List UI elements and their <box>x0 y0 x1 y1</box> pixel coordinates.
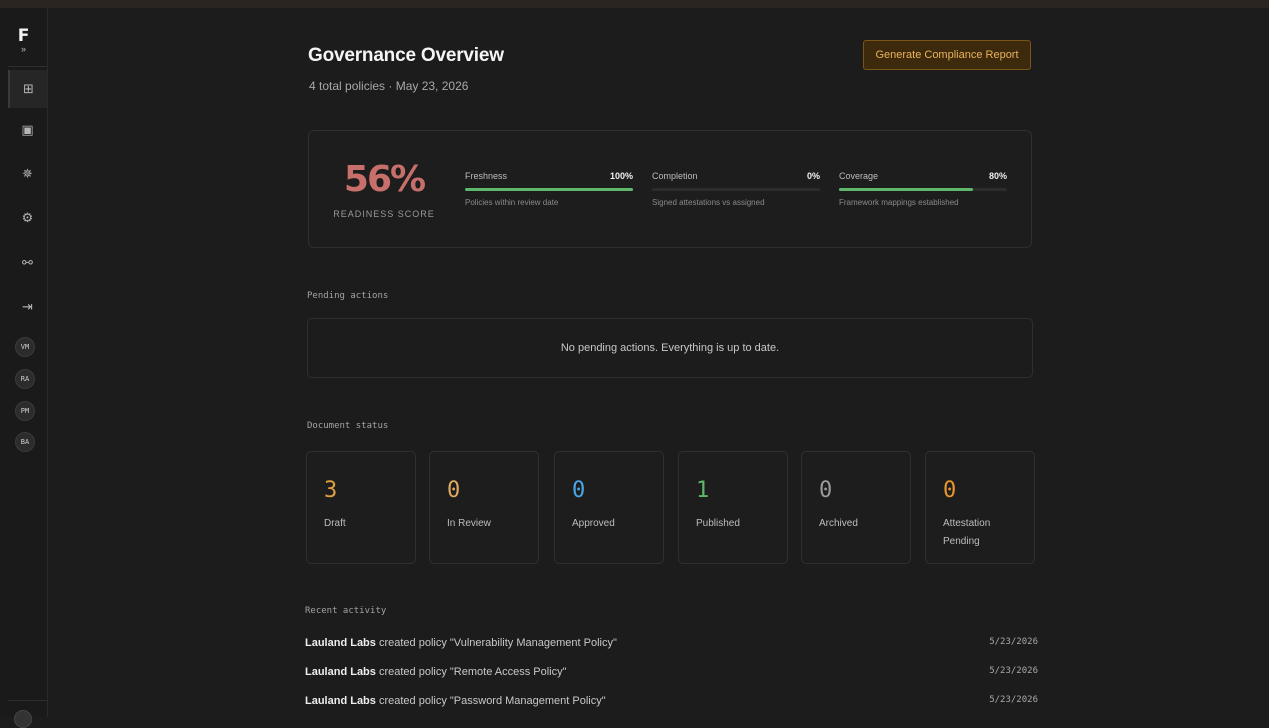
expand-sidebar-icon[interactable]: » <box>0 44 47 54</box>
status-label: Attestation Pending <box>943 518 991 547</box>
status-label: Archived <box>819 518 858 529</box>
status-card-in-review[interactable]: 0 In Review <box>429 451 539 564</box>
status-label: Draft <box>324 518 346 529</box>
metric-coverage: Coverage 80% Framework mappings establis… <box>839 171 1007 211</box>
document-icon[interactable]: ▣ <box>8 111 47 149</box>
gear-icon[interactable]: ⚙ <box>8 199 47 237</box>
metric-description: Policies within review date <box>465 198 559 207</box>
metric-label: Completion <box>652 171 698 181</box>
pending-empty-message: No pending actions. Everything is up to … <box>560 342 780 354</box>
badge-icon[interactable]: ✵ <box>8 155 47 193</box>
readiness-score-label: READINESS SCORE <box>333 209 435 219</box>
logout-icon[interactable]: ⇥ <box>8 288 47 326</box>
avatar-pm[interactable]: PM <box>15 401 35 421</box>
avatar-vm[interactable]: VM <box>15 337 35 357</box>
activity-text: created policy "Remote Access Policy" <box>375 666 567 678</box>
metric-value: 100% <box>609 171 633 181</box>
sidebar: F » ⊞ ▣ ✵ ⚙ ⚯ ⇥ VM RA PM BA <box>0 8 48 728</box>
metric-description: Framework mappings established <box>839 198 959 207</box>
progress-fill <box>465 188 633 191</box>
progress-track <box>839 188 1007 191</box>
status-card-published[interactable]: 1 Published <box>678 451 788 564</box>
progress-track <box>465 188 633 191</box>
sidebar-bottom-divider <box>8 700 47 701</box>
generate-report-button[interactable]: Generate Compliance Report <box>863 40 1031 70</box>
status-label: Approved <box>572 518 615 529</box>
metric-completion: Completion 0% Signed attestations vs ass… <box>652 171 820 211</box>
pending-actions-heading: Pending actions <box>307 291 389 301</box>
readiness-card: 56% READINESS SCORE Freshness 100% Polic… <box>308 130 1032 248</box>
activity-item: Lauland Labs created policy "Vulnerabili… <box>305 637 1038 657</box>
status-count: 3 <box>324 478 338 503</box>
activity-text: created policy "Password Management Poli… <box>375 695 606 707</box>
sidebar-divider <box>8 66 47 67</box>
main-content: Governance Overview 4 total policies · M… <box>48 8 1269 717</box>
page-subtitle: 4 total policies · May 23, 2026 <box>309 79 469 93</box>
pending-actions-panel: No pending actions. Everything is up to … <box>307 318 1033 378</box>
activity-text: created policy "Vulnerability Management… <box>375 637 617 649</box>
status-label: Published <box>696 518 740 529</box>
avatar-ba[interactable]: BA <box>15 432 35 452</box>
metric-label: Coverage <box>839 171 879 181</box>
status-count: 0 <box>819 478 833 503</box>
page-title: Governance Overview <box>308 45 504 66</box>
metric-value: 0% <box>806 171 820 181</box>
progress-fill <box>839 188 974 191</box>
progress-track <box>652 188 820 191</box>
status-count: 0 <box>943 478 957 503</box>
activity-actor[interactable]: Lauland Labs <box>305 666 376 678</box>
user-avatar[interactable] <box>14 710 32 728</box>
status-card-archived[interactable]: 0 Archived <box>801 451 911 564</box>
status-card-draft[interactable]: 3 Draft <box>306 451 416 564</box>
dashboard-icon[interactable]: ⊞ <box>8 70 47 108</box>
activity-date: 5/23/2026 <box>989 637 1038 647</box>
readiness-score: 56% <box>343 159 426 200</box>
activity-item: Lauland Labs created policy "Remote Acce… <box>305 666 1038 686</box>
top-strip <box>0 0 1269 8</box>
activity-actor[interactable]: Lauland Labs <box>305 637 376 649</box>
recent-activity-heading: Recent activity <box>305 606 387 616</box>
link-icon[interactable]: ⚯ <box>8 244 47 282</box>
activity-actor[interactable]: Lauland Labs <box>305 695 376 707</box>
status-count: 0 <box>572 478 586 503</box>
metric-value: 80% <box>988 171 1007 181</box>
status-card-attestation-pending[interactable]: 0 Attestation Pending <box>925 451 1035 564</box>
document-status-heading: Document status <box>307 421 389 431</box>
app-logo[interactable]: F <box>0 26 47 46</box>
status-count: 0 <box>447 478 461 503</box>
activity-item: Lauland Labs created policy "Password Ma… <box>305 695 1038 715</box>
status-label: In Review <box>447 518 491 529</box>
status-card-approved[interactable]: 0 Approved <box>554 451 664 564</box>
avatar-ra[interactable]: RA <box>15 369 35 389</box>
metric-freshness: Freshness 100% Policies within review da… <box>465 171 633 211</box>
activity-date: 5/23/2026 <box>989 695 1038 705</box>
status-count: 1 <box>696 478 710 503</box>
activity-date: 5/23/2026 <box>989 666 1038 676</box>
metric-description: Signed attestations vs assigned <box>652 198 765 207</box>
metric-label: Freshness <box>465 171 508 181</box>
